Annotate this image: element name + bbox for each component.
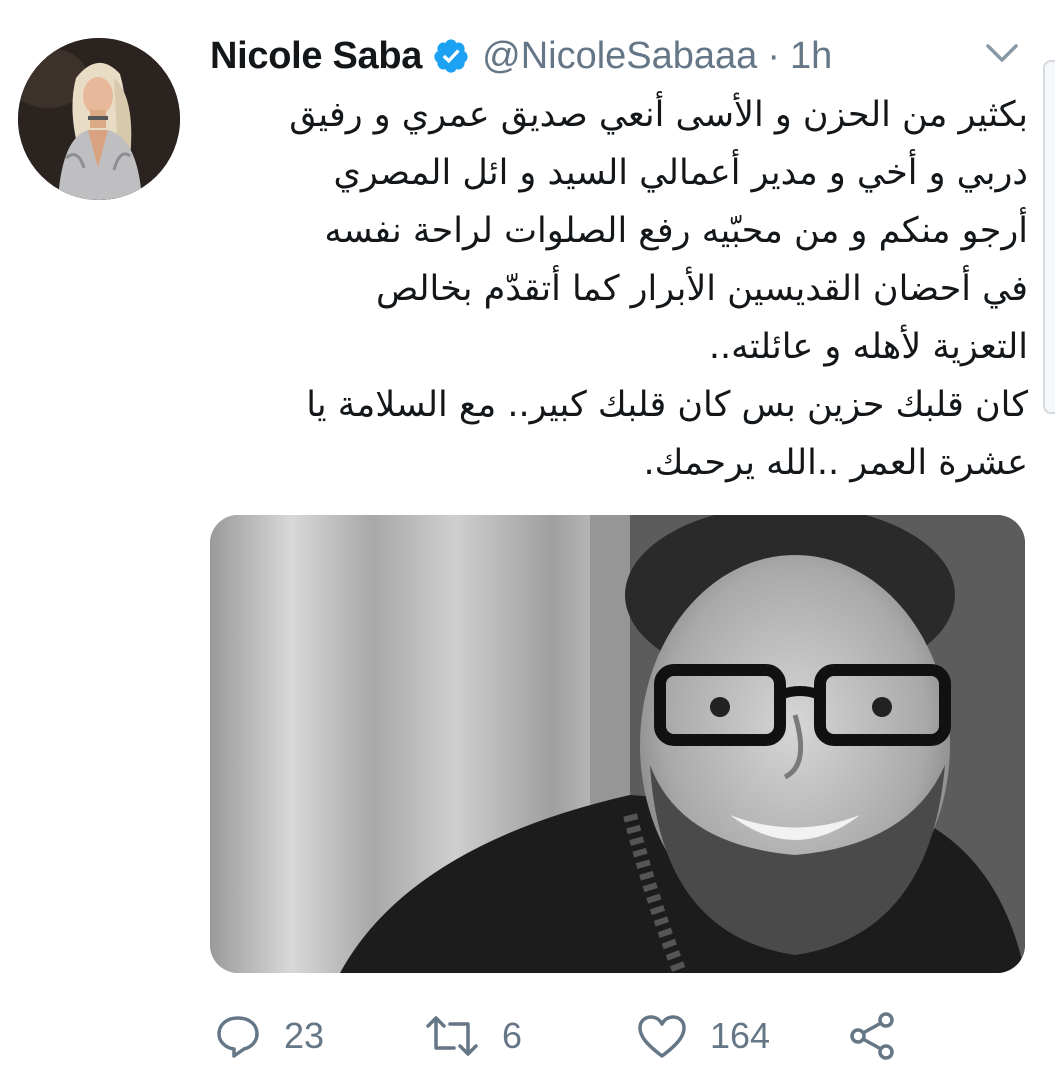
like-button[interactable]: 164 xyxy=(636,1008,770,1064)
tweet-text-line: بكثير من الحزن و الأسى أنعي صديق عمري و … xyxy=(289,95,1028,135)
tweet-timestamp[interactable]: 1h xyxy=(790,35,832,78)
heart-icon xyxy=(638,1015,686,1058)
avatar[interactable] xyxy=(18,38,180,200)
chevron-down-icon[interactable] xyxy=(982,38,1022,68)
retweet-count: 6 xyxy=(502,1015,523,1056)
share-button[interactable] xyxy=(846,1008,898,1064)
reply-count: 23 xyxy=(284,1015,325,1056)
tweet-text-line: عشرة العمر ..الله يرحمك. xyxy=(643,443,1029,483)
tweet-text-line: في أحضان القديسين الأبرار كما أتقدّم بخا… xyxy=(375,269,1028,309)
scrollbar[interactable] xyxy=(1043,60,1055,414)
tweet[interactable]: Nicole Saba @NicoleSabaaa · 1h بكثير من … xyxy=(0,0,1055,1077)
tweet-text-line: أرجو منكم و من محبّيه رفع الصلوات لراحة … xyxy=(324,211,1028,251)
verified-badge-icon xyxy=(432,37,470,75)
separator-dot: · xyxy=(767,34,780,77)
tweet-header: Nicole Saba @NicoleSabaaa · 1h xyxy=(210,28,832,84)
avatar-image xyxy=(18,38,180,200)
tweet-text-line: دربي و أخي و مدير أعمالي السيد و ائل الم… xyxy=(333,153,1028,193)
retweet-icon xyxy=(426,1016,478,1056)
like-count: 164 xyxy=(710,1015,771,1056)
tweet-actions: 23 6 164 xyxy=(0,1008,1055,1064)
tweet-text-line: التعزية لأهله و عائلته.. xyxy=(708,327,1028,367)
author-name[interactable]: Nicole Saba xyxy=(210,35,422,78)
author-handle[interactable]: @NicoleSabaaa xyxy=(482,35,757,78)
retweet-button[interactable]: 6 xyxy=(424,1008,522,1064)
tweet-text: بكثير من الحزن و الأسى أنعي صديق عمري و … xyxy=(210,86,1028,492)
share-icon xyxy=(850,1012,894,1060)
photo-image xyxy=(210,515,1025,973)
tweet-text-line: كان قلبك حزين بس كان قلبك كبير.. مع السل… xyxy=(306,385,1028,425)
reply-button[interactable]: 23 xyxy=(214,1008,324,1064)
tweet-photo[interactable] xyxy=(210,515,1025,973)
reply-icon xyxy=(217,1016,259,1058)
